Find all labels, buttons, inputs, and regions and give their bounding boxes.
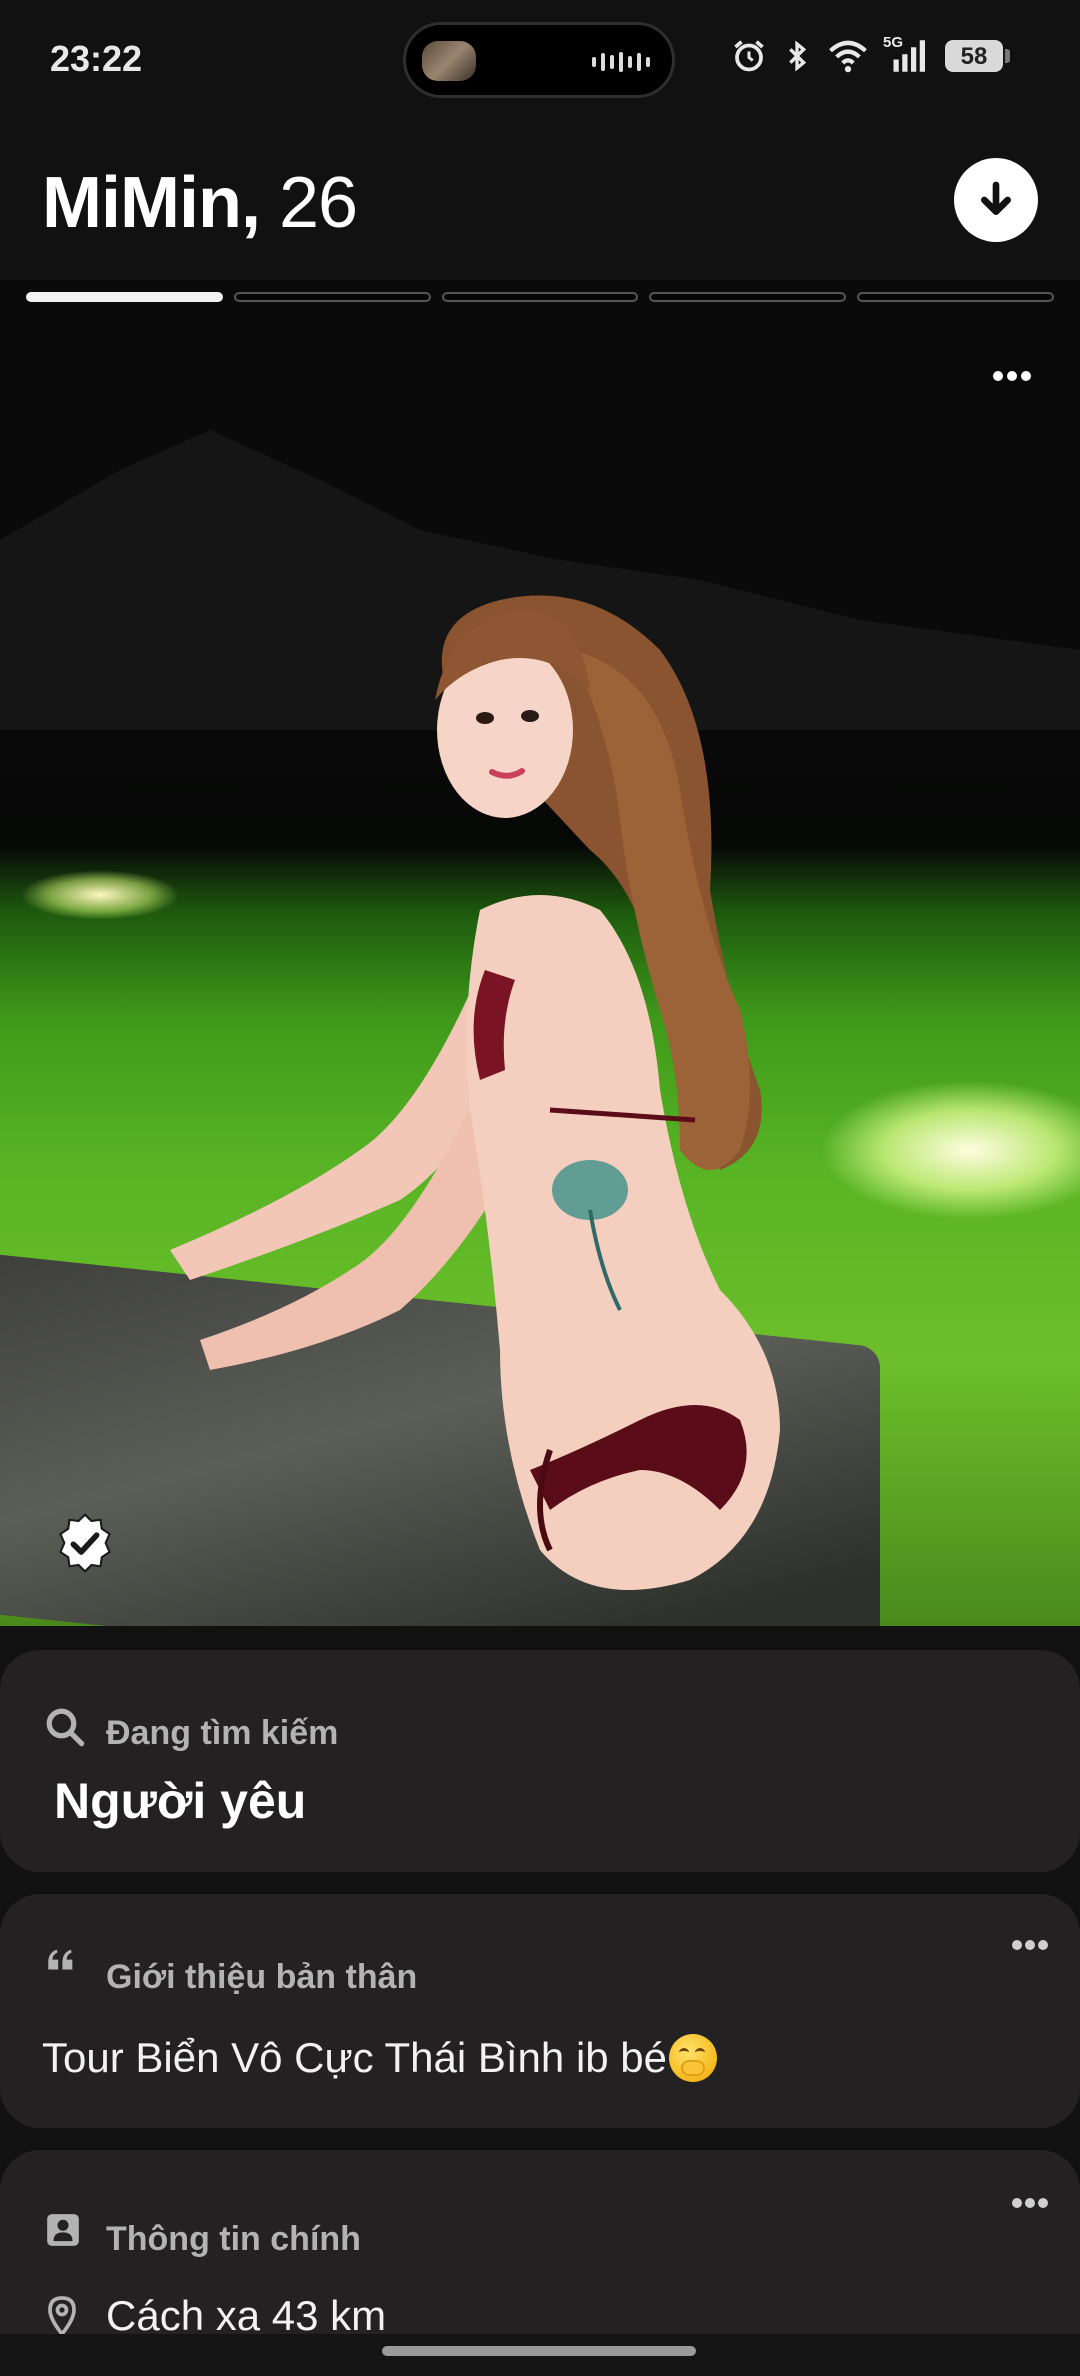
distance-text: Cách xa 43 km	[106, 2292, 387, 2339]
navigation-bar	[0, 2334, 1080, 2376]
status-time: 23:22	[50, 38, 143, 79]
distance-row: Cách xa 43 km	[44, 2292, 386, 2340]
about-text-row: Tour Biển Vô Cực Thái Bình ib bé	[42, 2034, 718, 2082]
status-bar: 23:22 5G 58	[0, 0, 1080, 120]
scroll-down-button[interactable]	[954, 158, 1038, 242]
verified-badge-icon[interactable]	[54, 1512, 116, 1574]
bluetooth-icon	[789, 40, 807, 72]
profile-age: 26	[278, 163, 358, 243]
battery-icon: 58	[945, 40, 1003, 72]
about-text: Tour Biển Vô Cực Thái Bình ib bé	[42, 2034, 668, 2081]
media-thumbnail	[422, 41, 476, 81]
about-title: Giới thiệu bản thân	[106, 1958, 418, 1996]
battery-tip	[1005, 49, 1010, 63]
dynamic-island[interactable]	[403, 22, 675, 98]
profile-name: MiMin,	[42, 163, 261, 243]
battery-level: 58	[960, 43, 988, 70]
photo-progress-segment	[441, 292, 639, 302]
more-options-icon[interactable]	[1010, 2196, 1050, 2210]
status-icons: 5G 58	[731, 34, 1010, 74]
about-card: Giới thiệu bản thân Tour Biển Vô Cực Thá…	[0, 1894, 1080, 2128]
face-with-hand-over-mouth-icon	[669, 2034, 718, 2082]
main-info-title: Thông tin chính	[106, 2220, 361, 2258]
looking-for-card: Đang tìm kiếm Người yêu	[0, 1650, 1080, 1872]
search-icon	[46, 1708, 85, 1747]
photo-progress-segment	[26, 292, 223, 302]
profile-photo[interactable]	[0, 280, 1080, 1626]
person-figure	[170, 595, 780, 1590]
photo-progress	[26, 292, 1054, 302]
home-indicator[interactable]	[382, 2346, 696, 2356]
more-options-icon[interactable]	[990, 368, 1034, 384]
profile-name-age: MiMin, 26	[42, 162, 358, 244]
photo-progress-segment	[233, 292, 431, 302]
signal-icon: 5G	[883, 34, 925, 74]
looking-for-title: Đang tìm kiếm	[106, 1714, 339, 1752]
wifi-icon	[829, 40, 867, 73]
photo-progress-segment	[649, 292, 847, 302]
audio-wave-icon	[592, 51, 650, 73]
profile-screen: 23:22 5G 58 MiMin, 26 Đang tìm kiếm Ngườ…	[0, 0, 1080, 2376]
id-card-icon	[47, 2214, 79, 2246]
alarm-icon	[734, 40, 764, 72]
quote-icon	[48, 1949, 73, 1970]
profile-header: MiMin, 26	[0, 120, 1080, 280]
photo-progress-segment	[857, 292, 1054, 302]
looking-for-value: Người yêu	[54, 1773, 307, 1829]
arrow-down-icon	[981, 181, 1011, 215]
location-pin-icon	[48, 2296, 76, 2337]
more-options-icon[interactable]	[1010, 1938, 1050, 1952]
